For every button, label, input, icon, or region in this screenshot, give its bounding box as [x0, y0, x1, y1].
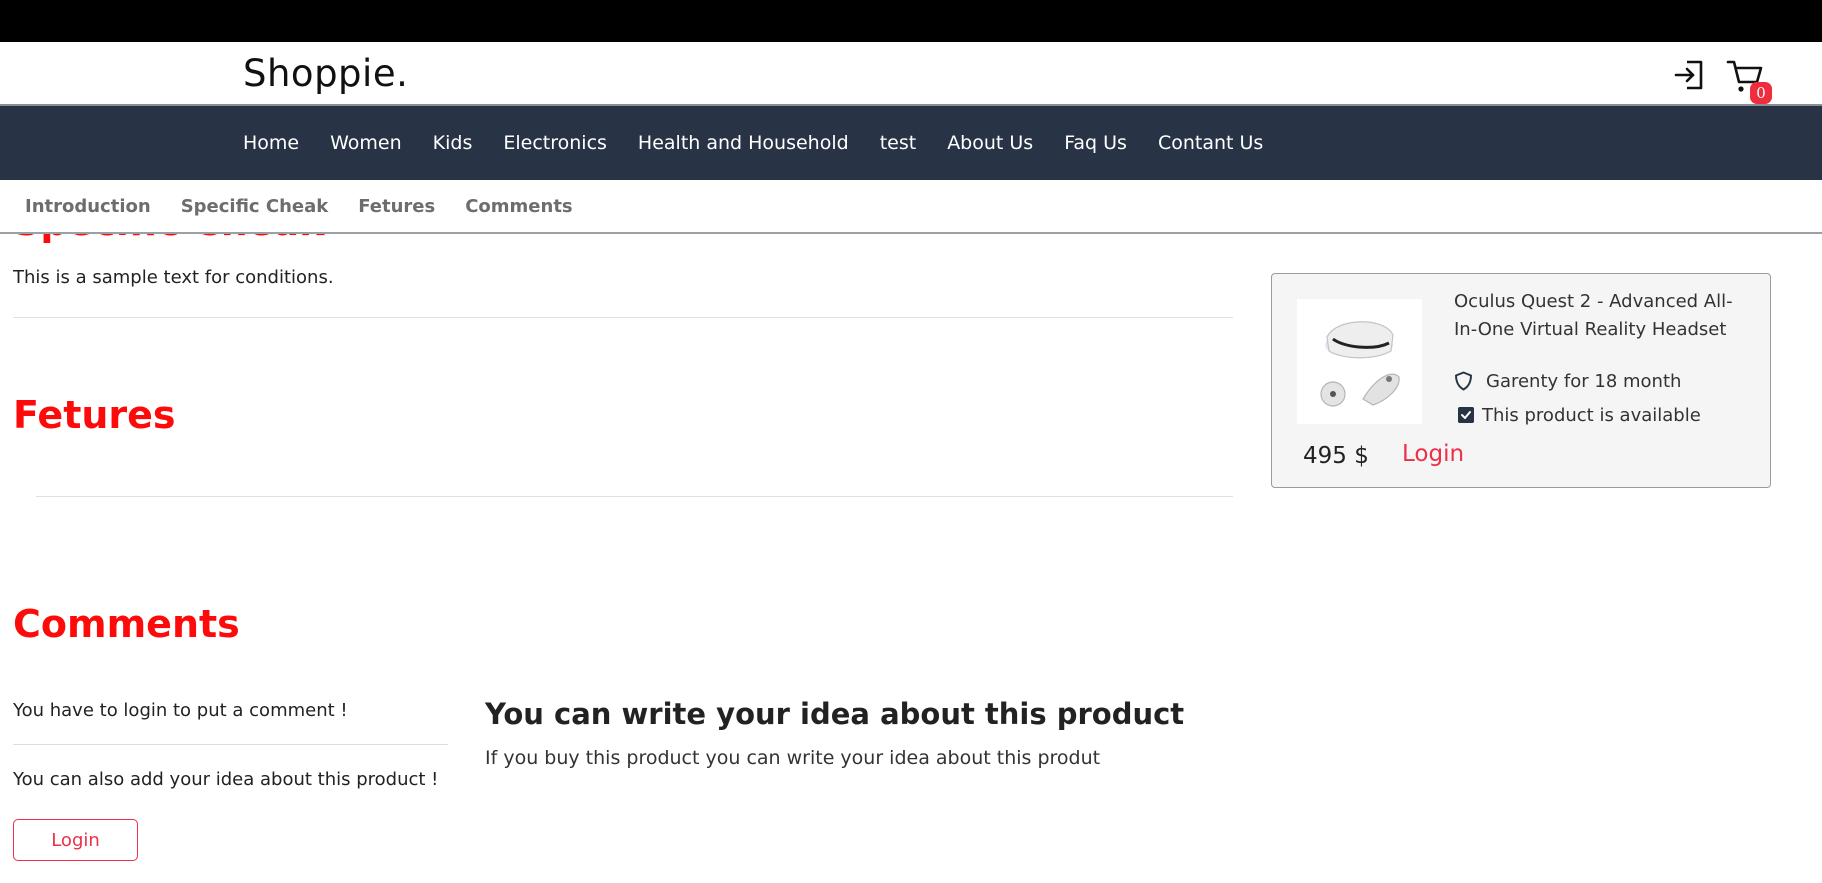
nav-item-test[interactable]: test [880, 132, 917, 154]
comment-login-button[interactable]: Login [13, 819, 138, 861]
idea-heading: You can write your idea about this produ… [485, 697, 1185, 731]
nav-item-kids[interactable]: Kids [433, 132, 473, 154]
nav-item-health-household[interactable]: Health and Household [638, 132, 849, 154]
product-image [1297, 299, 1422, 424]
fetures-heading: Fetures [13, 393, 176, 437]
login-required-note: You have to login to put a comment ! [13, 700, 348, 721]
nav-item-faq-us[interactable]: Faq Us [1064, 132, 1127, 154]
nav-item-about-us[interactable]: About Us [947, 132, 1033, 154]
product-title: Oculus Quest 2 - Advanced All-In-One Vir… [1454, 291, 1733, 340]
divider [13, 317, 1233, 318]
checkbox-icon [1458, 407, 1474, 423]
browser-top-bar [0, 0, 1822, 42]
availability-text: This product is available [1482, 405, 1701, 426]
divider [13, 744, 448, 745]
comments-heading: Comments [13, 602, 240, 646]
specific-cheak-text: This is a sample text for conditions. [13, 267, 334, 288]
product-section-tabs: Introduction Specific Cheak Fetures Comm… [0, 180, 1822, 234]
main-nav: Home Women Kids Electronics Health and H… [0, 106, 1822, 180]
tab-comments[interactable]: Comments [465, 196, 572, 217]
shield-icon [1455, 371, 1472, 391]
add-idea-note: You can also add your idea about this pr… [13, 769, 439, 790]
site-header: Shoppie. 0 [0, 42, 1822, 106]
tab-fetures[interactable]: Fetures [358, 196, 435, 217]
nav-item-contact-us[interactable]: Contant Us [1158, 132, 1263, 154]
nav-item-women[interactable]: Women [330, 132, 402, 154]
site-logo[interactable]: Shoppie. [243, 52, 408, 95]
nav-item-electronics[interactable]: Electronics [503, 132, 607, 154]
divider [36, 496, 1233, 497]
product-summary-card: Oculus Quest 2 - Advanced All-In-One Vir… [1271, 273, 1771, 488]
warranty-text: Garenty for 18 month [1486, 371, 1682, 392]
card-login-link[interactable]: Login [1402, 441, 1464, 467]
product-price: 495 $ [1303, 443, 1369, 469]
tab-introduction[interactable]: Introduction [25, 196, 151, 217]
tab-specific-cheak[interactable]: Specific Cheak [181, 196, 329, 217]
nav-item-home[interactable]: Home [243, 132, 299, 154]
idea-text: If you buy this product you can write yo… [485, 747, 1101, 769]
cart-count-badge: 0 [1750, 82, 1772, 104]
login-icon[interactable] [1672, 58, 1706, 92]
